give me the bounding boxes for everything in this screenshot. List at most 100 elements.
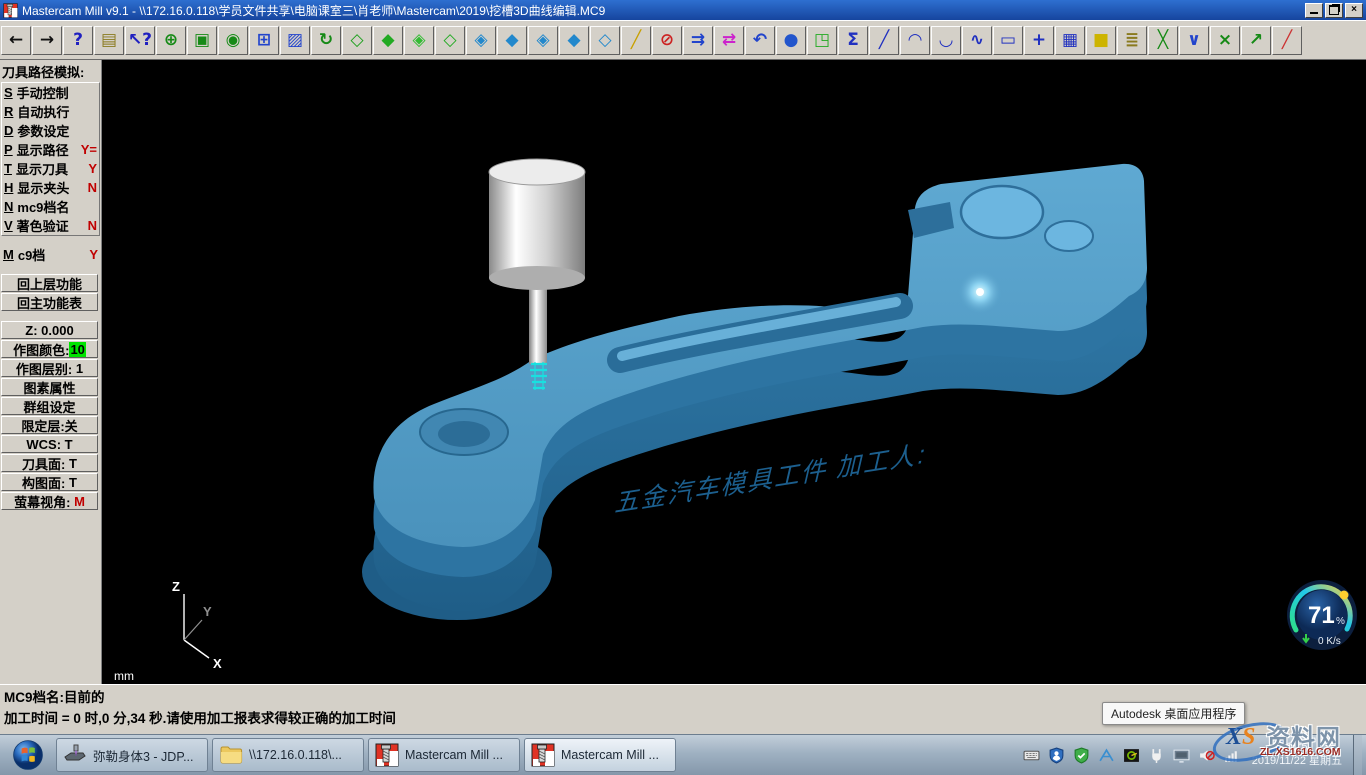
rotate-view-button[interactable]: ↻ bbox=[311, 26, 341, 55]
back-one-level-button[interactable]: 回上层功能 bbox=[1, 274, 98, 292]
taskbar-clock[interactable]: 10:5 2019/11/22 星期五 bbox=[1252, 741, 1342, 769]
axis-y-label: Y bbox=[203, 604, 212, 619]
gview-solid-button[interactable]: ◆ bbox=[373, 26, 403, 55]
taskbar-button-mastercam-2-active[interactable]: Mastercam Mill ... bbox=[524, 738, 676, 772]
solids-manager-button[interactable]: ◳ bbox=[807, 26, 837, 55]
taskbar: 弥勒身体3 - JDP... \\172.16.0.118\... Master… bbox=[0, 734, 1366, 775]
gview-wireframe-button[interactable]: ◇ bbox=[342, 26, 372, 55]
antivirus-shield-icon[interactable] bbox=[1073, 746, 1091, 764]
graphics-viewport[interactable]: 五金汽车模具工件 加工人: Z X Y mm bbox=[102, 60, 1366, 684]
show-desktop-button[interactable] bbox=[1353, 735, 1362, 775]
menu-item-show-path[interactable]: P显示路径Y= bbox=[2, 140, 99, 159]
gview-button[interactable]: 萤幕视角: M bbox=[1, 492, 98, 510]
taskbar-button-mastercam-1[interactable]: Mastercam Mill ... bbox=[368, 738, 520, 772]
copy-entities-button[interactable]: ⇉ bbox=[683, 26, 713, 55]
gview-shaded-button[interactable]: ◈ bbox=[404, 26, 434, 55]
sketch-pencil-button[interactable]: ╱ bbox=[621, 26, 651, 55]
help-button[interactable]: ? bbox=[63, 26, 93, 55]
nvidia-icon[interactable] bbox=[1123, 746, 1141, 764]
zoom-window-button[interactable]: ▣ bbox=[187, 26, 217, 55]
attributes-button[interactable]: 图素属性 bbox=[1, 378, 98, 396]
xform-button[interactable]: ⇄ bbox=[714, 26, 744, 55]
create-fillet-button[interactable]: ◡ bbox=[931, 26, 961, 55]
close-button[interactable]: × bbox=[1345, 3, 1363, 18]
start-button[interactable] bbox=[6, 736, 50, 774]
create-point-button[interactable]: + bbox=[1024, 26, 1054, 55]
menu-item-manual-control[interactable]: S手动控制 bbox=[2, 83, 99, 102]
network-signal-icon[interactable] bbox=[1223, 746, 1241, 764]
volume-muted-icon[interactable] bbox=[1198, 746, 1216, 764]
delete-entities-button[interactable]: ⊘ bbox=[652, 26, 682, 55]
operations-tree-button[interactable]: ≣ bbox=[1117, 26, 1147, 55]
keyboard-icon[interactable] bbox=[1023, 746, 1041, 764]
menu-key: P bbox=[4, 142, 13, 157]
menu-item-show-holder[interactable]: H显示夹头N bbox=[2, 178, 99, 197]
z-depth-button[interactable]: Z: 0.000 bbox=[1, 321, 98, 339]
back-arrow-button[interactable]: ← bbox=[1, 26, 31, 55]
pick-analyze-button[interactable]: ↖? bbox=[125, 26, 155, 55]
display-icon[interactable] bbox=[1173, 746, 1191, 764]
mask-level-button[interactable]: 限定层:关 bbox=[1, 416, 98, 434]
cplane-button[interactable]: 构图面: T bbox=[1, 473, 98, 491]
tool-plane-button[interactable]: 刀具面: T bbox=[1, 454, 98, 472]
autodesk-icon[interactable] bbox=[1098, 746, 1116, 764]
mastercam-icon bbox=[531, 743, 555, 767]
menu-item-parameters[interactable]: D参数设定 bbox=[2, 121, 99, 140]
trim-two-button[interactable]: ∨ bbox=[1179, 26, 1209, 55]
create-drafting-button[interactable]: ▦ bbox=[1055, 26, 1085, 55]
zoom-scale-button[interactable]: ◉ bbox=[218, 26, 248, 55]
menu-item-show-tool[interactable]: T显示刀具Y bbox=[2, 159, 99, 178]
power-plug-icon[interactable] bbox=[1148, 746, 1166, 764]
render-sphere-button[interactable]: ● bbox=[776, 26, 806, 55]
trim-divide-button[interactable]: × bbox=[1210, 26, 1240, 55]
menu-item-auto-run[interactable]: R自动执行 bbox=[2, 102, 99, 121]
create-line-button[interactable]: ╱ bbox=[869, 26, 899, 55]
taskbar-button-label: \\172.16.0.118\... bbox=[249, 748, 342, 762]
trim-one-button[interactable]: ╳ bbox=[1148, 26, 1178, 55]
cplane-iso-button[interactable]: ◆ bbox=[559, 26, 589, 55]
minimize-button[interactable] bbox=[1305, 3, 1323, 18]
undo-button[interactable]: ↶ bbox=[745, 26, 775, 55]
cplane-top-button[interactable]: ◈ bbox=[466, 26, 496, 55]
create-spline-button[interactable]: ∿ bbox=[962, 26, 992, 55]
create-arc-button[interactable]: ◠ bbox=[900, 26, 930, 55]
main-menu-button[interactable]: 回主功能表 bbox=[1, 293, 98, 311]
forward-arrow-button[interactable]: → bbox=[32, 26, 62, 55]
cplane-3d-button[interactable]: ◇ bbox=[590, 26, 620, 55]
windows-logo-icon bbox=[12, 736, 44, 774]
create-solid-box-button[interactable]: ■ bbox=[1086, 26, 1116, 55]
groups-button[interactable]: 群组设定 bbox=[1, 397, 98, 415]
fit-screen-button[interactable]: ⊞ bbox=[249, 26, 279, 55]
draw-level-button[interactable]: 作图层别: 1 bbox=[1, 359, 98, 377]
create-rectangle-button[interactable]: ▭ bbox=[993, 26, 1023, 55]
status-value-highlighted: 10 bbox=[69, 342, 85, 357]
system-tray: 10:5 2019/11/22 星期五 bbox=[1023, 735, 1366, 775]
taskbar-button-network-folder[interactable]: \\172.16.0.118\... bbox=[212, 738, 364, 772]
menu-item-shade-verify[interactable]: V著色验证N bbox=[2, 216, 99, 235]
restore-button[interactable] bbox=[1325, 3, 1343, 18]
cplane-side-button[interactable]: ◈ bbox=[528, 26, 558, 55]
menu-item-mc9-filename[interactable]: Nmc9档名 bbox=[2, 197, 99, 216]
menu-item-mc9-file[interactable]: Mc9档Y bbox=[1, 245, 100, 264]
taskbar-button-jdpaint[interactable]: 弥勒身体3 - JDP... bbox=[56, 738, 208, 772]
wcs-button[interactable]: WCS: T bbox=[1, 435, 98, 453]
close-icon: × bbox=[1351, 5, 1357, 15]
file-cabinet-button[interactable]: ▤ bbox=[94, 26, 124, 55]
cplane-front-button[interactable]: ◆ bbox=[497, 26, 527, 55]
extend-button[interactable]: ↗ bbox=[1241, 26, 1271, 55]
zoom-button[interactable]: ⊕ bbox=[156, 26, 186, 55]
status-value-red: M bbox=[74, 494, 85, 509]
menu-label: mc9档名 bbox=[17, 197, 69, 216]
draw-color-button[interactable]: 作图颜色:10 bbox=[1, 340, 98, 358]
speed-ball-widget[interactable]: 71 % 0 K/s bbox=[1284, 578, 1360, 654]
workpiece-model: 五金汽车模具工件 加工人: bbox=[362, 164, 1147, 620]
menu-label: c9档 bbox=[18, 245, 45, 264]
model-counterbore-inner bbox=[438, 421, 490, 447]
uac-shield-icon[interactable] bbox=[1048, 746, 1066, 764]
status-label: 作图颜色: bbox=[13, 340, 69, 358]
speed-ball-percent-sign: % bbox=[1336, 616, 1345, 627]
gview-left-button[interactable]: ◇ bbox=[435, 26, 465, 55]
repaint-button[interactable]: ▨ bbox=[280, 26, 310, 55]
break-point-button[interactable]: ╱ bbox=[1272, 26, 1302, 55]
analyze-sigma-button[interactable]: Σ bbox=[838, 26, 868, 55]
